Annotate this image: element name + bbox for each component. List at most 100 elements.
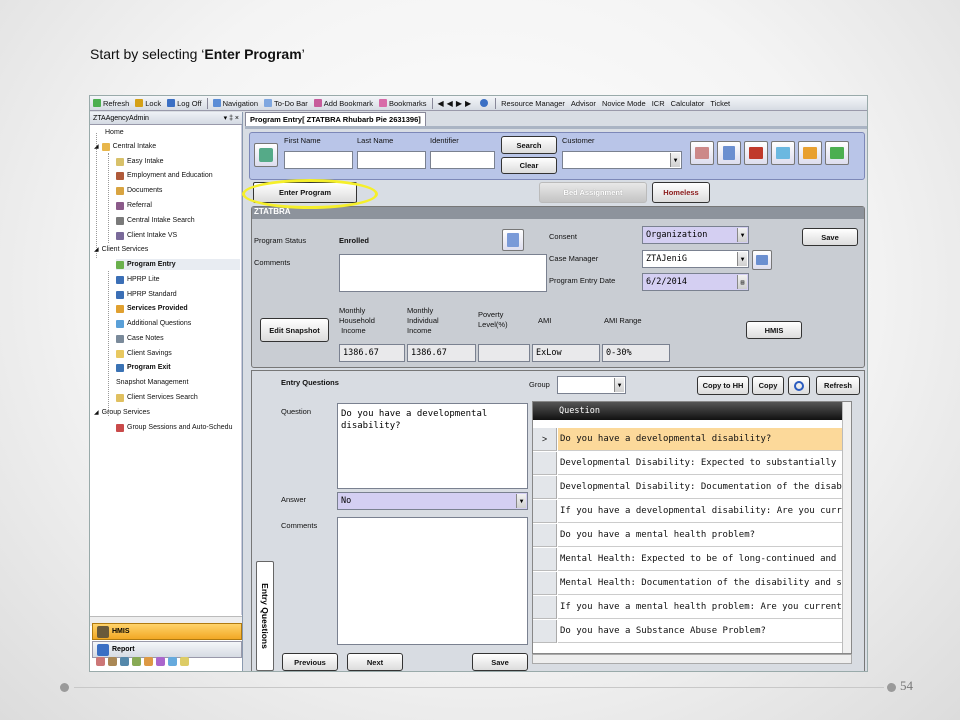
calculator-button[interactable]: Calculator — [668, 97, 708, 110]
refresh-button[interactable]: Refresh — [90, 97, 132, 110]
question-row[interactable]: Mental Health: Documentation of the disa… — [558, 572, 848, 595]
tree-item-additional-questions[interactable]: Additional Questions — [116, 318, 191, 329]
tree-item-easy-intake[interactable]: Easy Intake — [116, 156, 164, 167]
navigation-button[interactable]: Navigation — [210, 97, 261, 110]
sidebar-header-controls[interactable]: ▾ ‡ × — [224, 114, 239, 122]
homeless-button[interactable]: Homeless — [652, 182, 710, 203]
todo-bar-button[interactable]: To-Do Bar — [261, 97, 311, 110]
question-row[interactable]: Developmental Disability: Documentation … — [558, 476, 848, 499]
row-selector[interactable] — [533, 572, 557, 595]
program-comments-input[interactable] — [339, 254, 547, 292]
magnifier-search-button[interactable] — [788, 376, 810, 395]
last-name-input[interactable] — [357, 151, 426, 169]
tree-item-program-exit[interactable]: Program Exit — [116, 362, 171, 373]
question-row[interactable]: If you have a mental health problem: Are… — [558, 596, 848, 619]
tree-item-services-provided[interactable]: Services Provided — [116, 303, 188, 314]
calendar-icon[interactable]: ▤ — [737, 275, 747, 289]
hmis-pane-button[interactable]: HMIS — [92, 623, 242, 640]
tree-item-central-intake[interactable]: ◢ Central Intake — [94, 141, 156, 152]
refresh-questions-button[interactable]: Refresh — [816, 376, 860, 395]
edit-status-icon[interactable] — [502, 229, 524, 251]
resource-manager-button[interactable]: Resource Manager — [498, 97, 568, 110]
row-selector[interactable] — [533, 524, 557, 547]
tree-item-program-entry[interactable]: Program Entry — [116, 259, 240, 270]
question-row[interactable]: Developmental Disability: Expected to su… — [558, 452, 848, 475]
tree-item-employment-education[interactable]: Employment and Education — [116, 170, 213, 181]
tree-item-home[interactable]: Home — [105, 127, 124, 138]
ticket-button[interactable]: Ticket — [707, 97, 733, 110]
tree-item-group-services[interactable]: ◢ Group Services — [94, 407, 150, 418]
program-entry-date-input[interactable]: 6/2/2014 ▤ — [642, 273, 749, 291]
question-row[interactable]: Do you have a mental health problem? — [558, 524, 848, 547]
row-selector[interactable]: > — [533, 428, 557, 451]
tree-item-central-intake-search[interactable]: Central Intake Search — [116, 215, 195, 226]
collapse-icon[interactable]: ◢ — [94, 409, 99, 416]
chevron-down-icon[interactable]: ▼ — [516, 494, 526, 508]
tree-item-client-services-search[interactable]: Client Services Search — [116, 392, 198, 403]
copy-button[interactable]: Copy — [752, 376, 784, 395]
entry-questions-vertical-tab[interactable]: Entry Questions — [256, 561, 274, 671]
chevron-down-icon[interactable]: ▼ — [614, 378, 624, 392]
add-client-icon[interactable] — [825, 141, 849, 165]
household-icon[interactable] — [798, 141, 822, 165]
tree-item-hprp-lite[interactable]: HPRP Lite — [116, 274, 160, 285]
question-row[interactable]: If you have a developmental disability: … — [558, 500, 848, 523]
icr-button[interactable]: ICR — [649, 97, 668, 110]
row-selector[interactable] — [533, 500, 557, 523]
first-name-input[interactable] — [284, 151, 353, 169]
shortcut-icon[interactable] — [132, 657, 141, 666]
row-selector[interactable] — [533, 548, 557, 571]
chevron-down-icon[interactable]: ▼ — [737, 252, 747, 266]
chevron-down-icon[interactable]: ▼ — [670, 153, 680, 167]
shortcut-icon[interactable] — [144, 657, 153, 666]
tree-item-group-sessions[interactable]: Group Sessions and Auto-Schedu — [116, 422, 232, 433]
lock-button[interactable]: Lock — [132, 97, 164, 110]
previous-button[interactable]: Previous — [282, 653, 338, 671]
group-select[interactable]: ▼ — [557, 376, 626, 394]
shortcut-icon[interactable] — [96, 657, 105, 666]
tree-item-case-notes[interactable]: Case Notes — [116, 333, 164, 344]
tree-item-client-intake-vs[interactable]: Client Intake VS — [116, 230, 177, 241]
shortcut-icon[interactable] — [180, 657, 189, 666]
home-icon[interactable] — [744, 141, 768, 165]
report-pane-button[interactable]: Report — [92, 641, 242, 658]
advisor-button[interactable]: Advisor — [568, 97, 599, 110]
tree-item-referral[interactable]: Referral — [116, 200, 152, 211]
tree-item-client-services[interactable]: ◢ Client Services — [94, 244, 148, 255]
consent-select[interactable]: Organization ▼ — [642, 226, 749, 244]
grid-vertical-scrollbar[interactable] — [842, 402, 851, 653]
report-doc-icon[interactable] — [717, 141, 741, 165]
collapse-icon[interactable]: ◢ — [94, 143, 99, 150]
row-selector[interactable] — [533, 452, 557, 475]
shortcut-icon[interactable] — [120, 657, 129, 666]
add-bookmark-button[interactable]: Add Bookmark — [311, 97, 376, 110]
answer-select[interactable]: No ▼ — [337, 492, 528, 510]
answer-comments-input[interactable] — [337, 517, 528, 645]
tree-item-snapshot-management[interactable]: Snapshot Management — [116, 377, 188, 388]
identifier-input[interactable] — [430, 151, 495, 169]
case-manager-lookup-icon[interactable] — [752, 250, 772, 270]
customer-select[interactable]: ▼ — [562, 151, 682, 169]
tree-item-hprp-standard[interactable]: HPRP Standard — [116, 289, 177, 300]
question-row[interactable]: Do you have a Substance Abuse Problem? — [558, 620, 848, 643]
bed-assignment-button[interactable]: Bed Assignment — [539, 182, 647, 203]
row-selector[interactable] — [533, 620, 557, 643]
tree-item-client-savings[interactable]: Client Savings — [116, 348, 172, 359]
row-selector[interactable] — [533, 476, 557, 499]
bookmarks-button[interactable]: Bookmarks — [376, 97, 430, 110]
tab-program-entry[interactable]: Program Entry[ ZTATBRA Rhubarb Pie 26313… — [245, 112, 426, 126]
next-button[interactable]: Next — [347, 653, 403, 671]
hmis-button[interactable]: HMIS — [746, 321, 802, 339]
shortcut-icon[interactable] — [108, 657, 117, 666]
case-manager-select[interactable]: ZTAJeniG ▼ — [642, 250, 749, 268]
help-button[interactable] — [477, 97, 493, 110]
shortcut-icon[interactable] — [156, 657, 165, 666]
contact-card-icon[interactable] — [690, 141, 714, 165]
log-off-button[interactable]: Log Off — [164, 97, 204, 110]
search-button[interactable]: Search — [501, 136, 557, 154]
program-save-button[interactable]: Save — [802, 228, 858, 246]
novice-mode-button[interactable]: Novice Mode — [599, 97, 649, 110]
question-row[interactable]: Mental Health: Expected to be of long-co… — [558, 548, 848, 571]
nav-arrows[interactable]: ◀◀▶▶ — [435, 97, 478, 110]
collapse-icon[interactable]: ◢ — [94, 246, 99, 253]
